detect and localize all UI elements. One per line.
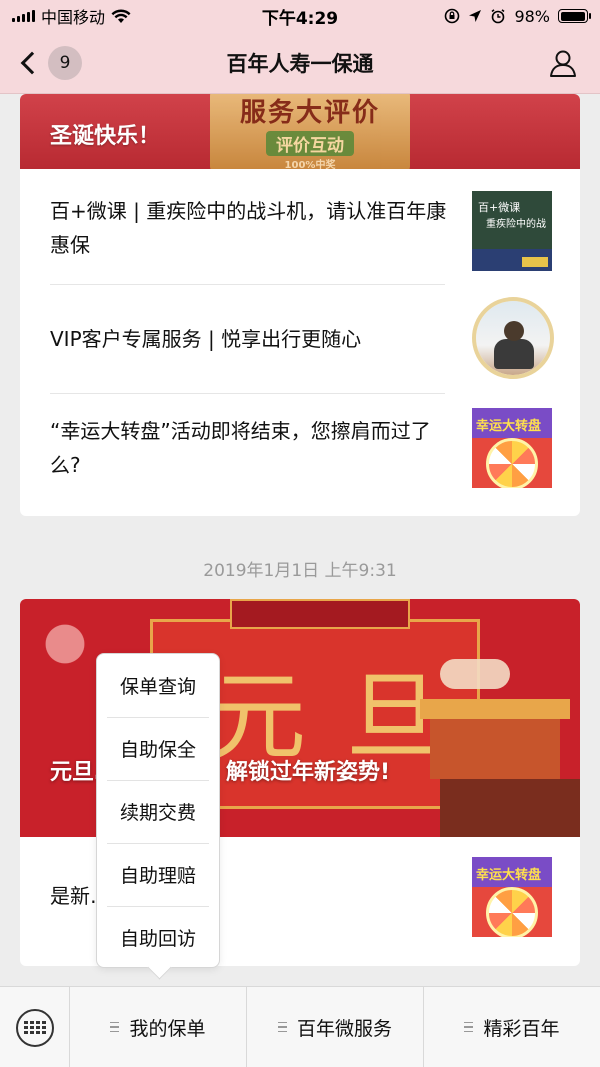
article-item[interactable]: 百+微课 | 重疾险中的战斗机，请认准百年康惠保 百+微课 重疾险中的战 <box>20 169 580 287</box>
menu-item-policy-query[interactable]: 保单查询 <box>97 654 219 717</box>
banner-title: 圣诞快乐！ <box>50 124 161 149</box>
prize-wheel-icon <box>486 438 538 488</box>
menu-list-icon <box>464 1021 474 1033</box>
menu-tab-micro-service[interactable]: 百年微服务 <box>247 987 424 1067</box>
article-title: “幸运大转盘”活动即将结束，您擦肩而过了么? <box>50 419 431 477</box>
page-title: 百年人寿一保通 <box>226 51 374 76</box>
menu-tab-highlights[interactable]: 精彩百年 <box>424 987 600 1067</box>
article-item[interactable]: VIP客户专属服务 | 悦享出行更随心 <box>20 285 580 393</box>
carrier-label: 中国移动 <box>41 8 106 27</box>
submenu-popup: 保单查询 自助保全 续期交费 自助理赔 自助回访 <box>96 653 220 968</box>
signal-icon <box>12 10 35 22</box>
menu-item-renewal-payment[interactable]: 续期交费 <box>97 780 219 843</box>
thumbnail-text: 重疾险中的战 <box>486 219 546 230</box>
status-bar: 中国移动 下午4:29 98% <box>0 0 600 32</box>
chevron-left-icon <box>20 51 44 74</box>
status-left: 中国移动 <box>12 4 212 28</box>
user-icon <box>555 50 571 65</box>
menu-tab-label: 百年微服务 <box>296 1017 392 1040</box>
article-banner[interactable]: 服务大评价 评价互动 100%中奖 圣诞快乐！ <box>20 94 580 169</box>
article-thumbnail: 百+微课 重疾险中的战 <box>472 191 552 271</box>
nav-bar: 9 百年人寿一保通 <box>0 32 600 94</box>
prize-wheel-icon <box>486 887 538 937</box>
message-timestamp: 2019年1月1日 上午9:31 <box>203 561 397 581</box>
keyboard-toggle-button[interactable] <box>0 987 70 1067</box>
menu-item-self-service[interactable]: 自助保全 <box>97 717 219 780</box>
menu-item-self-revisit[interactable]: 自助回访 <box>97 906 219 969</box>
thumbnail-text: 百+微课 <box>478 201 521 214</box>
menu-list-icon <box>110 1021 120 1033</box>
article-thumbnail: 幸运大转盘 <box>472 857 552 937</box>
wifi-icon <box>111 8 131 23</box>
thumbnail-text: 幸运大转盘 <box>476 419 542 434</box>
back-button[interactable]: 9 <box>0 45 130 80</box>
location-icon <box>469 10 482 22</box>
rotation-lock-icon <box>445 8 460 24</box>
menu-item-self-claim[interactable]: 自助理赔 <box>97 843 219 906</box>
article-title: 百+微课 | 重疾险中的战斗机，请认准百年康惠保 <box>50 199 447 257</box>
battery-icon <box>558 9 591 23</box>
message-feed[interactable]: 服务大评价 评价互动 100%中奖 圣诞快乐！ 百+微课 | 重疾险中的战斗机，… <box>0 94 600 986</box>
status-time: 下午4:29 <box>261 8 339 29</box>
alarm-icon <box>491 9 505 24</box>
banner-image: 服务大评价 评价互动 100%中奖 <box>210 94 410 169</box>
banner-deco-text: 服务大评价 <box>239 97 380 128</box>
article-item[interactable]: “幸运大转盘”活动即将结束，您擦肩而过了么? 幸运大转盘 <box>20 394 580 512</box>
article-card: 服务大评价 评价互动 100%中奖 圣诞快乐！ 百+微课 | 重疾险中的战斗机，… <box>20 94 580 516</box>
menu-tab-my-policy[interactable]: 我的保单 <box>70 987 247 1067</box>
menu-list-icon <box>277 1021 287 1033</box>
thumbnail-text: 幸运大转盘 <box>476 868 542 883</box>
banner-deco-text: 100%中奖 <box>284 159 336 170</box>
banner-deco-text: 评价互动 <box>266 130 354 156</box>
article-title: VIP客户专属服务 | 悦享出行更随心 <box>50 327 362 351</box>
status-right: 98% <box>388 6 591 26</box>
article-thumbnail: 幸运大转盘 <box>472 408 552 488</box>
keyboard-icon <box>15 1008 54 1047</box>
unread-count-badge: 9 <box>48 45 82 80</box>
menu-tab-label: 我的保单 <box>129 1017 206 1040</box>
bottom-menu-bar: 我的保单 百年微服务 精彩百年 <box>0 986 600 1067</box>
menu-tab-label: 精彩百年 <box>483 1017 560 1040</box>
profile-button[interactable] <box>548 48 578 78</box>
battery-percent: 98% <box>514 6 550 26</box>
article-thumbnail <box>472 297 554 379</box>
